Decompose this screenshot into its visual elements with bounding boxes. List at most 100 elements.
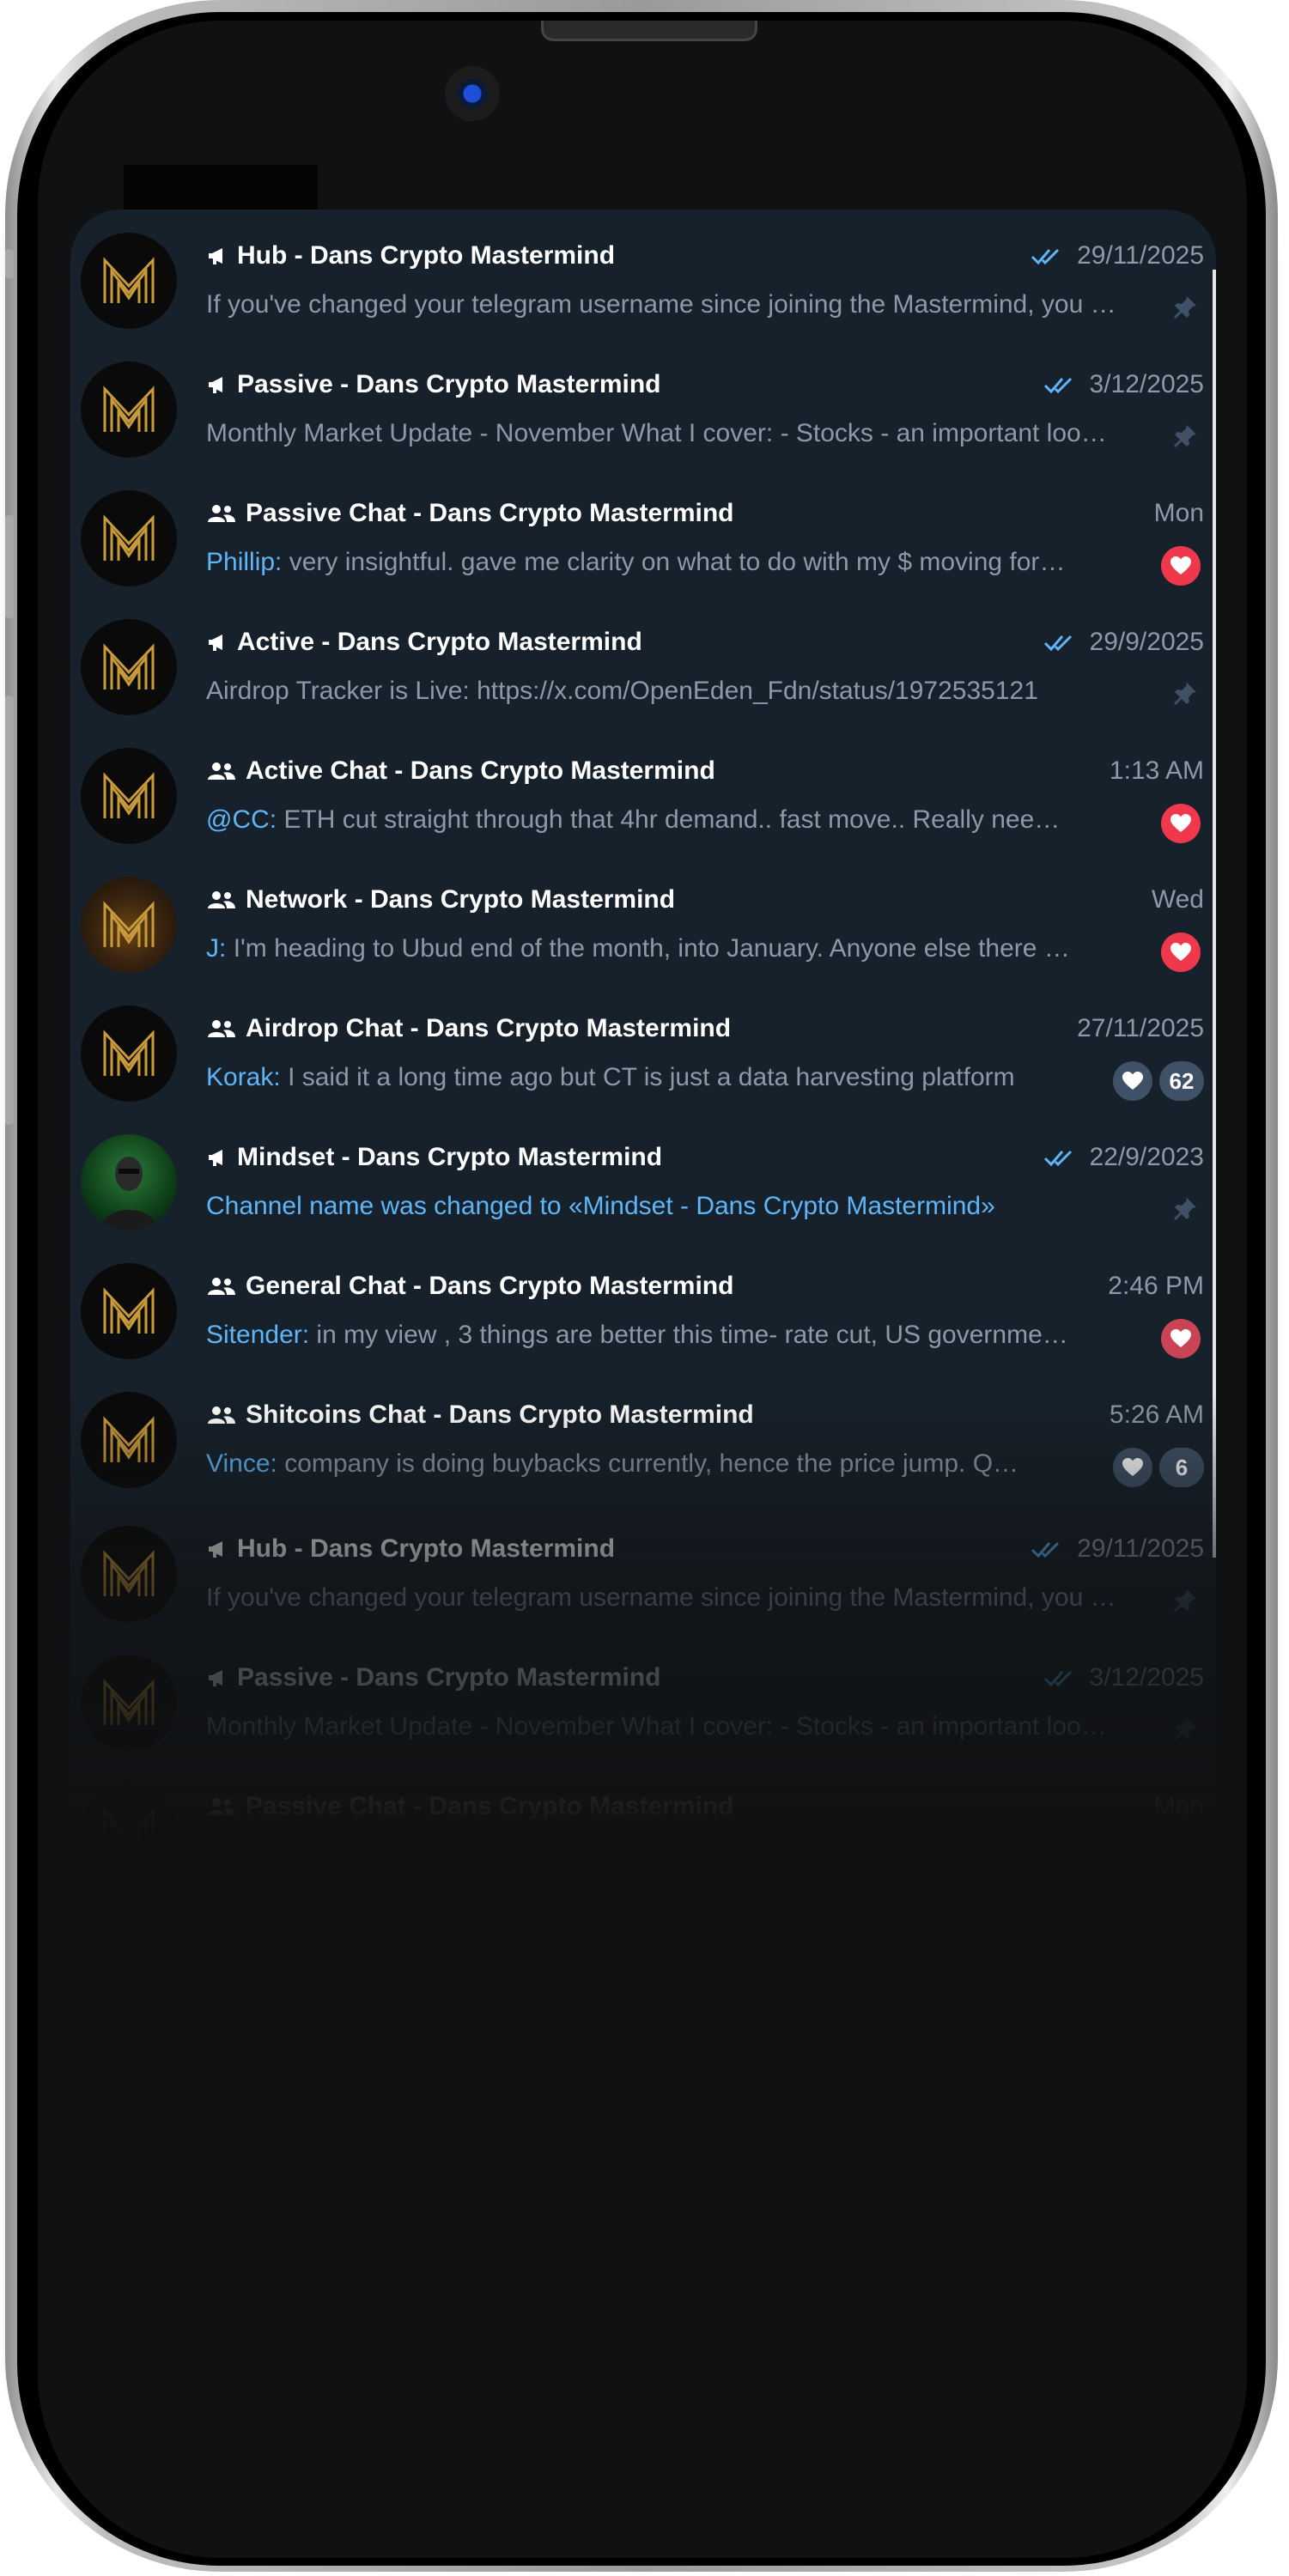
avatar[interactable] bbox=[81, 877, 177, 973]
reaction-heart-icon[interactable] bbox=[1161, 933, 1201, 972]
chat-time: Mon bbox=[1154, 1789, 1204, 1824]
message-text: in my view , 3 things are better this ti… bbox=[316, 1321, 1073, 1349]
chat-preview: Monthly Market Update - November What I … bbox=[206, 416, 1116, 451]
chat-list-item[interactable]: Passive - Dans Crypto Mastermind 3/12/202… bbox=[70, 1638, 1213, 1767]
message-text: If you've changed your telegram username… bbox=[206, 290, 1116, 319]
avatar[interactable] bbox=[81, 1783, 177, 1880]
message-text: company is doing buybacks currently, hen… bbox=[284, 1449, 1031, 1478]
megaphone-icon bbox=[206, 1146, 228, 1169]
message-sender: Phillip: bbox=[206, 548, 283, 576]
read-checkmarks-icon bbox=[1031, 1538, 1068, 1560]
group-icon bbox=[206, 760, 237, 782]
read-checkmarks-icon bbox=[1043, 1146, 1081, 1169]
chat-list-item[interactable]: Airdrop Chat - Dans Crypto Mastermind 27/… bbox=[70, 989, 1213, 1118]
unread-count-badge: 6 bbox=[1159, 1448, 1204, 1487]
group-icon bbox=[206, 1275, 237, 1297]
avatar[interactable] bbox=[81, 1392, 177, 1488]
chat-time: Wed bbox=[1152, 883, 1204, 917]
avatar[interactable] bbox=[81, 1005, 177, 1102]
message-sender: J: bbox=[206, 934, 227, 963]
chat-list-item[interactable]: Shitcoins Chat - Dans Crypto Mastermind 5… bbox=[70, 1376, 1213, 1504]
group-icon bbox=[206, 1404, 237, 1426]
pin-icon bbox=[1171, 680, 1199, 712]
avatar[interactable] bbox=[81, 619, 177, 715]
chat-time-text: 29/11/2025 bbox=[1077, 241, 1204, 270]
chat-title: Hub - Dans Crypto Mastermind bbox=[206, 1532, 615, 1566]
avatar[interactable] bbox=[81, 1655, 177, 1751]
chat-title: Hub - Dans Crypto Mastermind bbox=[206, 239, 615, 273]
chat-time: 2:46 PM bbox=[1108, 1269, 1204, 1303]
chat-time-text: 29/9/2025 bbox=[1089, 628, 1204, 656]
chat-title: Network - Dans Crypto Mastermind bbox=[206, 883, 675, 917]
chat-time: 29/11/2025 bbox=[1031, 1532, 1204, 1566]
chat-title-text: Airdrop Chat - Dans Crypto Mastermind bbox=[246, 1014, 732, 1042]
scrollbar[interactable] bbox=[1213, 270, 1216, 1558]
avatar[interactable] bbox=[81, 361, 177, 458]
reaction-heart-icon[interactable] bbox=[1113, 1448, 1152, 1487]
chat-title: Passive - Dans Crypto Mastermind bbox=[206, 1661, 661, 1695]
read-checkmarks-icon bbox=[1043, 374, 1081, 396]
chat-preview: Monthly Market Update - November What I … bbox=[206, 1710, 1116, 1744]
reaction-heart-icon[interactable] bbox=[1113, 1061, 1152, 1101]
reaction-heart-icon[interactable] bbox=[1161, 1319, 1201, 1358]
megaphone-icon bbox=[206, 374, 228, 396]
chat-list-item[interactable]: General Chat - Dans Crypto Mastermind 2:4… bbox=[70, 1247, 1213, 1376]
chat-time: Mon bbox=[1154, 496, 1204, 531]
avatar[interactable] bbox=[81, 233, 177, 329]
chat-time-text: 3/12/2025 bbox=[1089, 1663, 1204, 1692]
avatar[interactable] bbox=[81, 1263, 177, 1359]
message-sender: @CC: bbox=[206, 805, 277, 834]
chat-time-text: 2:46 PM bbox=[1108, 1272, 1204, 1300]
message-text: I'm heading to Ubud end of the month, in… bbox=[233, 934, 1073, 963]
chat-title-text: Network - Dans Crypto Mastermind bbox=[246, 885, 676, 914]
chat-list-item[interactable]: Mindset - Dans Crypto Mastermind 22/9/202… bbox=[70, 1118, 1213, 1247]
reaction-heart-icon[interactable] bbox=[1161, 546, 1201, 586]
chat-title: Airdrop Chat - Dans Crypto Mastermind bbox=[206, 1012, 731, 1046]
message-text: I said it a long time ago but CT is just… bbox=[288, 1063, 1015, 1091]
chat-title: General Chat - Dans Crypto Mastermind bbox=[206, 1269, 733, 1303]
chat-preview: If you've changed your telegram username… bbox=[206, 1581, 1116, 1615]
chat-title: Shitcoins Chat - Dans Crypto Mastermind bbox=[206, 1398, 754, 1432]
chat-list-item[interactable]: Passive Chat - Dans Crypto Mastermind Mon… bbox=[70, 1767, 1213, 1896]
chat-list-item[interactable]: Network - Dans Crypto Mastermind Wed J: I'… bbox=[70, 860, 1213, 989]
chat-list-item[interactable]: Hub - Dans Crypto Mastermind 29/11/2025 If… bbox=[70, 1510, 1213, 1638]
side-button bbox=[5, 249, 14, 278]
chat-list-item[interactable]: Active - Dans Crypto Mastermind bbox=[70, 1896, 1213, 1927]
avatar[interactable] bbox=[81, 490, 177, 586]
avatar[interactable] bbox=[81, 1526, 177, 1622]
avatar[interactable] bbox=[81, 1134, 177, 1230]
chat-title: Passive Chat - Dans Crypto Mastermind bbox=[206, 1789, 734, 1824]
reaction-heart-icon[interactable] bbox=[1161, 1839, 1201, 1879]
chat-time-text: 27/11/2025 bbox=[1077, 1014, 1204, 1042]
chat-list-item[interactable]: Active - Dans Crypto Mastermind 29/9/2025… bbox=[70, 603, 1213, 732]
chat-preview: Phillip: very insightful. gave me clarit… bbox=[206, 1838, 1073, 1873]
chat-list-item[interactable]: Passive Chat - Dans Crypto Mastermind Mon… bbox=[70, 474, 1213, 603]
chat-time-text: Wed bbox=[1151, 885, 1204, 914]
chat-list-item[interactable]: Active Chat - Dans Crypto Mastermind 1:13… bbox=[70, 732, 1213, 860]
chat-list-item[interactable]: Hub - Dans Crypto Mastermind 29/11/2025 If… bbox=[70, 216, 1213, 345]
chat-list-item[interactable]: Passive - Dans Crypto Mastermind 3/12/202… bbox=[70, 345, 1213, 474]
group-icon bbox=[206, 1018, 237, 1040]
message-sender: Vince: bbox=[206, 1449, 277, 1478]
chat-preview: Korak: I said it a long time ago but CT … bbox=[206, 1060, 1031, 1095]
message-text: ETH cut straight through that 4hr demand… bbox=[283, 805, 1073, 834]
message-text: very insightful. gave me clarity on what… bbox=[289, 1841, 1073, 1869]
chat-title-text: Hub - Dans Crypto Mastermind bbox=[237, 241, 616, 270]
chat-title-text: Passive Chat - Dans Crypto Mastermind bbox=[246, 499, 734, 527]
message-text: Monthly Market Update - November What I … bbox=[206, 1712, 1116, 1741]
reaction-heart-icon[interactable] bbox=[1161, 804, 1201, 843]
chat-time-text: 3/12/2025 bbox=[1089, 370, 1204, 398]
chat-title: Active - Dans Crypto Mastermind bbox=[206, 1918, 642, 1927]
message-text: Airdrop Tracker is Live: https://x.com/O… bbox=[206, 677, 1038, 705]
chat-title-text: Hub - Dans Crypto Mastermind bbox=[237, 1534, 616, 1563]
chat-preview: Channel name was changed to «Mindset - D… bbox=[206, 1189, 1116, 1224]
avatar[interactable] bbox=[81, 748, 177, 844]
phone-screen: Hub - Dans Crypto Mastermind 29/11/2025 If… bbox=[38, 21, 1247, 2558]
message-sender: Sitender: bbox=[206, 1321, 310, 1349]
pin-icon bbox=[1171, 422, 1199, 454]
chat-title-text: Passive Chat - Dans Crypto Mastermind bbox=[246, 1792, 734, 1820]
pin-icon bbox=[1171, 1716, 1199, 1747]
front-camera-icon bbox=[445, 66, 500, 121]
message-text: If you've changed your telegram username… bbox=[206, 1583, 1116, 1612]
avatar[interactable] bbox=[81, 1912, 177, 1927]
